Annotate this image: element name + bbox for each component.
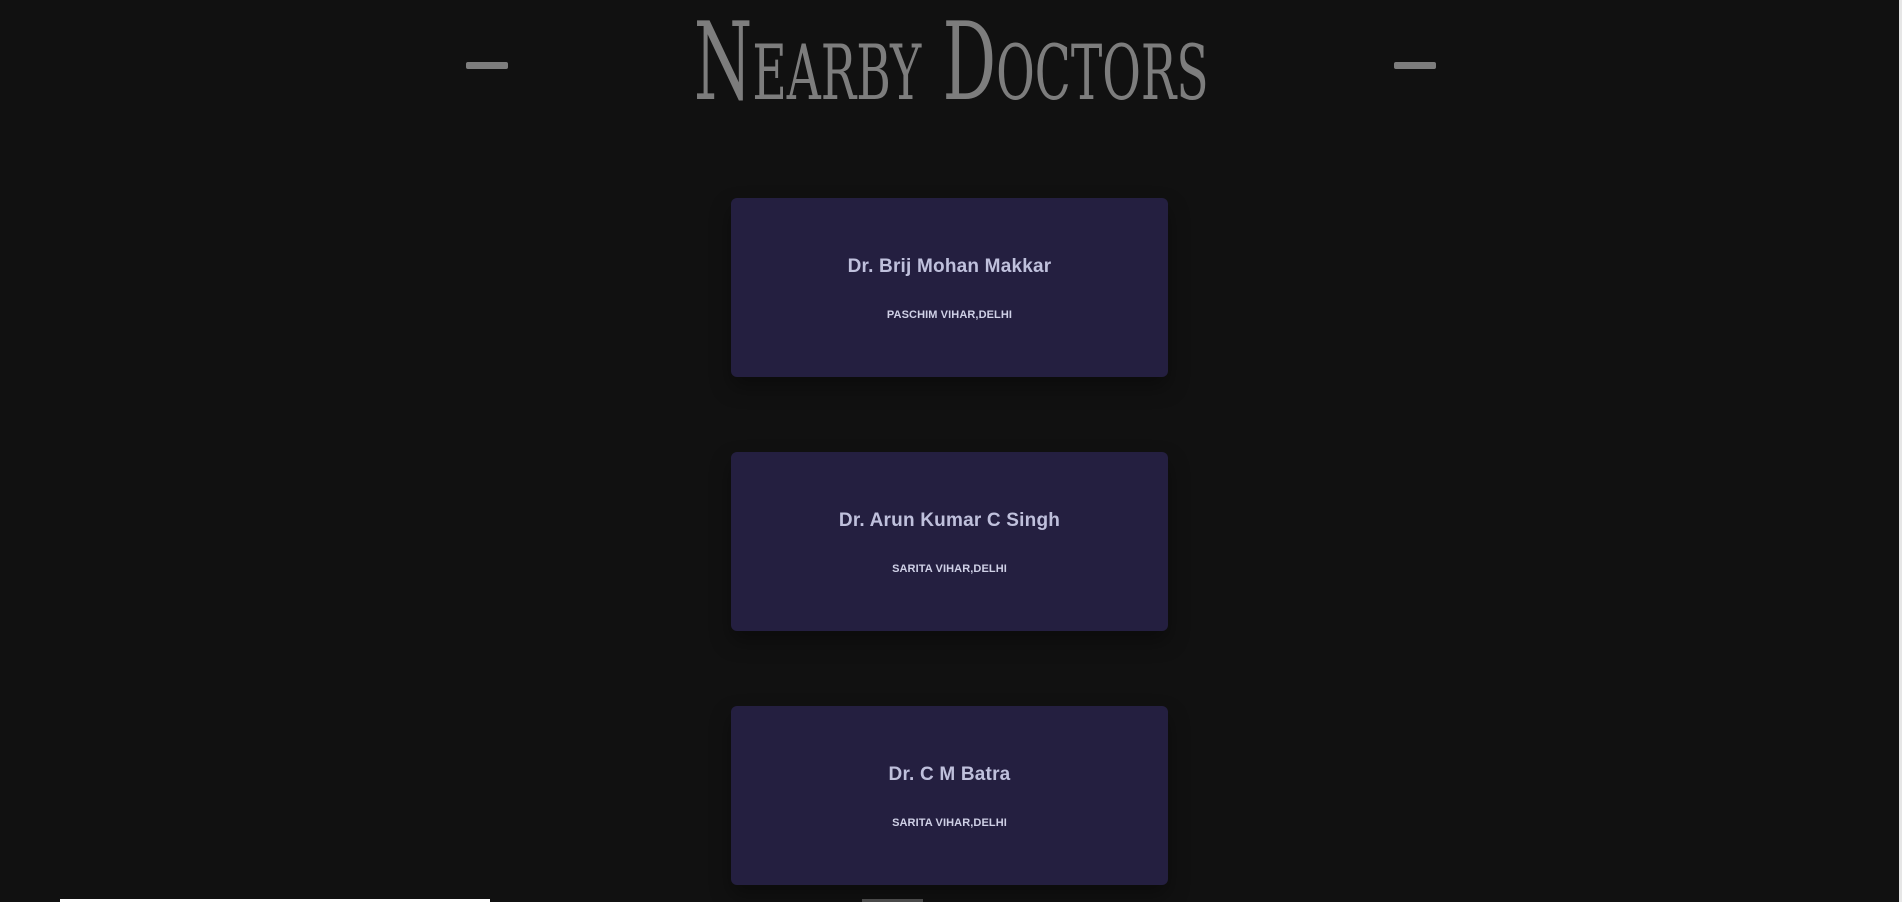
doctor-name: Dr. Arun Kumar C Singh <box>838 510 1061 531</box>
page-title-text: Nearby Doctors <box>693 0 1209 125</box>
doctor-location: SARITA VIHAR,DELHI <box>892 563 1007 575</box>
doctor-card[interactable]: Dr. Arun Kumar C Singh SARITA VIHAR,DELH… <box>731 452 1168 631</box>
doctor-name: Dr. C M Batra <box>888 764 1011 785</box>
title-right-dash <box>1394 62 1437 69</box>
doctor-card[interactable]: Dr. C M Batra SARITA VIHAR,DELHI <box>731 706 1168 885</box>
title-left-dash <box>465 62 508 69</box>
doctor-location: SARITA VIHAR,DELHI <box>892 817 1007 829</box>
doctor-location: PASCHIM VIHAR,DELHI <box>886 309 1013 321</box>
page-title: Nearby Doctors <box>0 0 1902 125</box>
doctor-card[interactable]: Dr. Brij Mohan Makkar PASCHIM VIHAR,DELH… <box>731 198 1168 377</box>
doctor-name: Dr. Brij Mohan Makkar <box>847 256 1052 277</box>
